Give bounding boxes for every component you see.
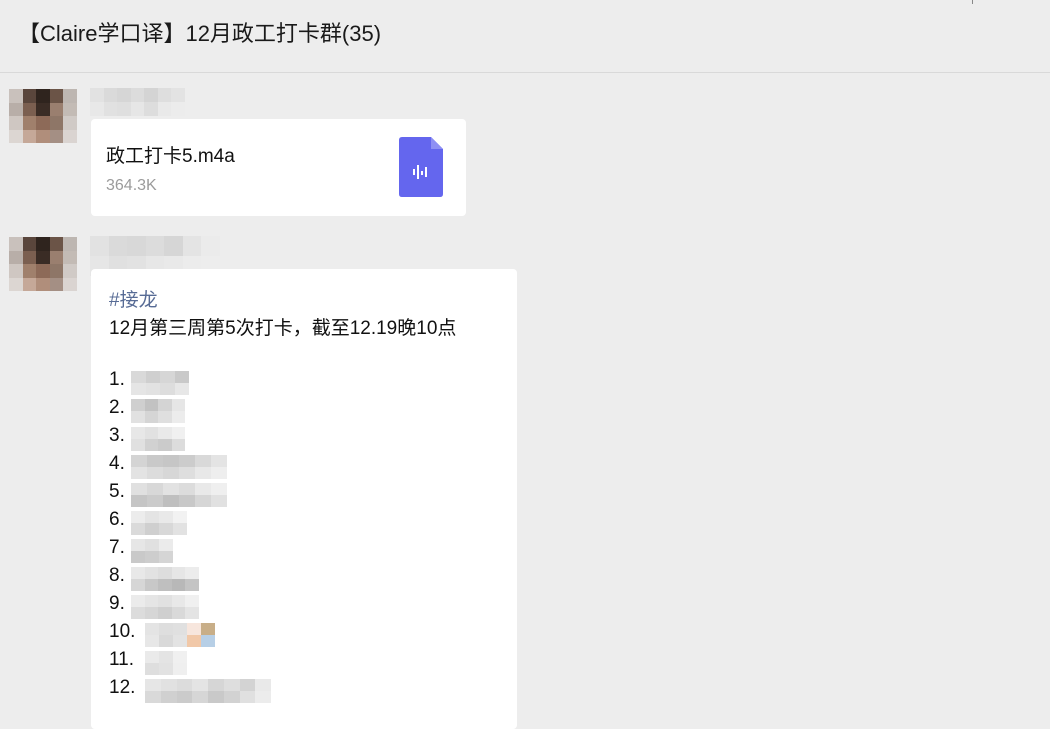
- blurred-name: [131, 539, 173, 563]
- blurred-name: [145, 623, 229, 647]
- blurred-name: [131, 595, 199, 619]
- hashtag-link[interactable]: #接龙: [109, 285, 158, 312]
- blurred-name: [131, 483, 227, 507]
- file-name: 政工打卡5.m4a: [106, 146, 235, 167]
- blurred-name: [131, 399, 185, 423]
- message-text: 12月第三周第5次打卡，截至12.19晚10点: [109, 318, 457, 339]
- chat-title[interactable]: 【Claire学口译】12月政工打卡群(35): [18, 16, 381, 48]
- header-divider: [972, 0, 973, 4]
- blurred-name: [131, 511, 187, 535]
- blurred-name: [145, 651, 187, 675]
- chat-header: 【Claire学口译】12月政工打卡群(35): [0, 0, 1050, 73]
- blurred-name: [131, 427, 185, 451]
- avatar[interactable]: [9, 89, 77, 143]
- text-message[interactable]: #接龙 12月第三周第5次打卡，截至12.19晚10点 1. 2. 3. 4. …: [91, 269, 517, 729]
- blurred-name: [145, 679, 271, 703]
- file-size: 364.3K: [106, 177, 157, 194]
- audio-file-icon: [399, 137, 443, 197]
- blurred-name: [131, 455, 227, 479]
- avatar[interactable]: [9, 237, 77, 291]
- blurred-name: [131, 567, 199, 591]
- sender-name-blurred: [90, 88, 185, 116]
- blurred-name: [131, 371, 189, 395]
- file-message[interactable]: 政工打卡5.m4a 364.3K: [91, 119, 466, 216]
